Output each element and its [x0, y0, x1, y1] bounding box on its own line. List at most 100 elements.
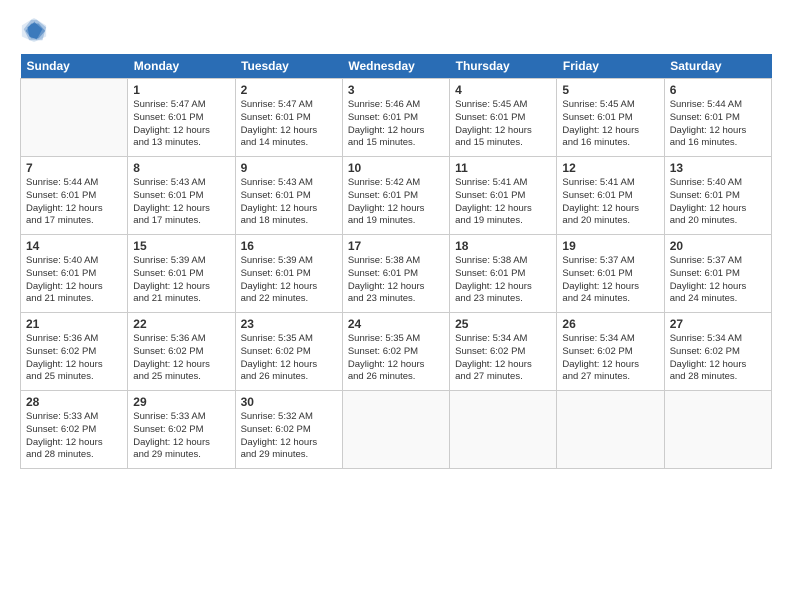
calendar-cell: 22 Sunrise: 5:36 AM Sunset: 6:02 PM Dayli… — [128, 313, 235, 391]
calendar-cell: 6 Sunrise: 5:44 AM Sunset: 6:01 PM Daylig… — [664, 79, 771, 157]
day-number: 22 — [133, 317, 229, 331]
day-info: Sunrise: 5:40 AM Sunset: 6:01 PM Dayligh… — [670, 177, 766, 228]
day-number: 16 — [241, 239, 337, 253]
day-number: 30 — [241, 395, 337, 409]
calendar-cell: 1 Sunrise: 5:47 AM Sunset: 6:01 PM Daylig… — [128, 79, 235, 157]
day-info: Sunrise: 5:46 AM Sunset: 6:01 PM Dayligh… — [348, 99, 444, 150]
day-info: Sunrise: 5:39 AM Sunset: 6:01 PM Dayligh… — [133, 255, 229, 306]
calendar-week-row: 28 Sunrise: 5:33 AM Sunset: 6:02 PM Dayli… — [21, 391, 772, 469]
calendar-cell — [342, 391, 449, 469]
calendar-table: SundayMondayTuesdayWednesdayThursdayFrid… — [20, 54, 772, 469]
day-info: Sunrise: 5:36 AM Sunset: 6:02 PM Dayligh… — [26, 333, 122, 384]
day-info: Sunrise: 5:37 AM Sunset: 6:01 PM Dayligh… — [670, 255, 766, 306]
day-number: 19 — [562, 239, 658, 253]
day-number: 3 — [348, 83, 444, 97]
day-number: 12 — [562, 161, 658, 175]
day-info: Sunrise: 5:32 AM Sunset: 6:02 PM Dayligh… — [241, 411, 337, 462]
day-number: 23 — [241, 317, 337, 331]
day-info: Sunrise: 5:43 AM Sunset: 6:01 PM Dayligh… — [133, 177, 229, 228]
calendar-cell: 30 Sunrise: 5:32 AM Sunset: 6:02 PM Dayli… — [235, 391, 342, 469]
day-info: Sunrise: 5:35 AM Sunset: 6:02 PM Dayligh… — [348, 333, 444, 384]
day-info: Sunrise: 5:45 AM Sunset: 6:01 PM Dayligh… — [562, 99, 658, 150]
calendar-cell: 7Sunrise: 5:44 AM Sunset: 6:01 PM Daylig… — [21, 157, 128, 235]
weekday-header-friday: Friday — [557, 54, 664, 79]
calendar-cell: 2 Sunrise: 5:47 AM Sunset: 6:01 PM Daylig… — [235, 79, 342, 157]
logo-icon — [20, 16, 48, 44]
calendar-cell: 10 Sunrise: 5:42 AM Sunset: 6:01 PM Dayli… — [342, 157, 449, 235]
day-info: Sunrise: 5:37 AM Sunset: 6:01 PM Dayligh… — [562, 255, 658, 306]
day-info: Sunrise: 5:38 AM Sunset: 6:01 PM Dayligh… — [455, 255, 551, 306]
weekday-header-row: SundayMondayTuesdayWednesdayThursdayFrid… — [21, 54, 772, 79]
day-number: 4 — [455, 83, 551, 97]
calendar-cell: 21 Sunrise: 5:36 AM Sunset: 6:02 PM Dayli… — [21, 313, 128, 391]
day-info: Sunrise: 5:33 AM Sunset: 6:02 PM Dayligh… — [133, 411, 229, 462]
day-number: 8 — [133, 161, 229, 175]
day-number: 14 — [26, 239, 122, 253]
day-number: 1 — [133, 83, 229, 97]
calendar-cell — [450, 391, 557, 469]
day-number: 26 — [562, 317, 658, 331]
day-info: Sunrise: 5:47 AM Sunset: 6:01 PM Dayligh… — [133, 99, 229, 150]
day-info: Sunrise: 5:34 AM Sunset: 6:02 PM Dayligh… — [562, 333, 658, 384]
day-info: Sunrise: 5:38 AM Sunset: 6:01 PM Dayligh… — [348, 255, 444, 306]
calendar-cell — [557, 391, 664, 469]
calendar-cell: 14Sunrise: 5:40 AM Sunset: 6:01 PM Dayli… — [21, 235, 128, 313]
calendar-cell: 8 Sunrise: 5:43 AM Sunset: 6:01 PM Daylig… — [128, 157, 235, 235]
calendar-cell: 9 Sunrise: 5:43 AM Sunset: 6:01 PM Daylig… — [235, 157, 342, 235]
day-number: 29 — [133, 395, 229, 409]
calendar-cell: 27 Sunrise: 5:34 AM Sunset: 6:02 PM Dayli… — [664, 313, 771, 391]
weekday-header-tuesday: Tuesday — [235, 54, 342, 79]
calendar-week-row: 21 Sunrise: 5:36 AM Sunset: 6:02 PM Dayli… — [21, 313, 772, 391]
calendar-cell: 24 Sunrise: 5:35 AM Sunset: 6:02 PM Dayli… — [342, 313, 449, 391]
day-info: Sunrise: 5:43 AM Sunset: 6:01 PM Dayligh… — [241, 177, 337, 228]
weekday-header-wednesday: Wednesday — [342, 54, 449, 79]
day-info: Sunrise: 5:41 AM Sunset: 6:01 PM Dayligh… — [562, 177, 658, 228]
calendar-week-row: 1 Sunrise: 5:47 AM Sunset: 6:01 PM Daylig… — [21, 79, 772, 157]
day-number: 27 — [670, 317, 766, 331]
calendar-cell: 12 Sunrise: 5:41 AM Sunset: 6:01 PM Dayli… — [557, 157, 664, 235]
calendar-week-row: 14Sunrise: 5:40 AM Sunset: 6:01 PM Dayli… — [21, 235, 772, 313]
weekday-header-sunday: Sunday — [21, 54, 128, 79]
day-number: 13 — [670, 161, 766, 175]
logo — [20, 16, 52, 44]
calendar-cell — [21, 79, 128, 157]
day-info: Sunrise: 5:36 AM Sunset: 6:02 PM Dayligh… — [133, 333, 229, 384]
calendar-cell: 13 Sunrise: 5:40 AM Sunset: 6:01 PM Dayli… — [664, 157, 771, 235]
calendar-cell: 26 Sunrise: 5:34 AM Sunset: 6:02 PM Dayli… — [557, 313, 664, 391]
day-info: Sunrise: 5:41 AM Sunset: 6:01 PM Dayligh… — [455, 177, 551, 228]
weekday-header-saturday: Saturday — [664, 54, 771, 79]
day-number: 15 — [133, 239, 229, 253]
day-info: Sunrise: 5:45 AM Sunset: 6:01 PM Dayligh… — [455, 99, 551, 150]
calendar-cell: 18 Sunrise: 5:38 AM Sunset: 6:01 PM Dayli… — [450, 235, 557, 313]
calendar-cell: 29 Sunrise: 5:33 AM Sunset: 6:02 PM Dayli… — [128, 391, 235, 469]
day-info: Sunrise: 5:47 AM Sunset: 6:01 PM Dayligh… — [241, 99, 337, 150]
day-info: Sunrise: 5:33 AM Sunset: 6:02 PM Dayligh… — [26, 411, 122, 462]
day-info: Sunrise: 5:34 AM Sunset: 6:02 PM Dayligh… — [670, 333, 766, 384]
calendar-week-row: 7Sunrise: 5:44 AM Sunset: 6:01 PM Daylig… — [21, 157, 772, 235]
day-number: 21 — [26, 317, 122, 331]
calendar-cell — [664, 391, 771, 469]
calendar-cell: 11 Sunrise: 5:41 AM Sunset: 6:01 PM Dayli… — [450, 157, 557, 235]
day-number: 7 — [26, 161, 122, 175]
day-number: 28 — [26, 395, 122, 409]
day-number: 6 — [670, 83, 766, 97]
day-number: 11 — [455, 161, 551, 175]
calendar-cell: 4 Sunrise: 5:45 AM Sunset: 6:01 PM Daylig… — [450, 79, 557, 157]
calendar-cell: 15 Sunrise: 5:39 AM Sunset: 6:01 PM Dayli… — [128, 235, 235, 313]
calendar-cell: 19 Sunrise: 5:37 AM Sunset: 6:01 PM Dayli… — [557, 235, 664, 313]
day-number: 18 — [455, 239, 551, 253]
day-info: Sunrise: 5:34 AM Sunset: 6:02 PM Dayligh… — [455, 333, 551, 384]
day-number: 2 — [241, 83, 337, 97]
day-number: 24 — [348, 317, 444, 331]
calendar-cell: 25Sunrise: 5:34 AM Sunset: 6:02 PM Dayli… — [450, 313, 557, 391]
day-info: Sunrise: 5:42 AM Sunset: 6:01 PM Dayligh… — [348, 177, 444, 228]
calendar-cell: 28 Sunrise: 5:33 AM Sunset: 6:02 PM Dayli… — [21, 391, 128, 469]
day-number: 17 — [348, 239, 444, 253]
day-number: 9 — [241, 161, 337, 175]
calendar-cell: 3 Sunrise: 5:46 AM Sunset: 6:01 PM Daylig… — [342, 79, 449, 157]
day-number: 10 — [348, 161, 444, 175]
day-info: Sunrise: 5:35 AM Sunset: 6:02 PM Dayligh… — [241, 333, 337, 384]
day-info: Sunrise: 5:39 AM Sunset: 6:01 PM Dayligh… — [241, 255, 337, 306]
page-header — [20, 16, 772, 44]
day-info: Sunrise: 5:44 AM Sunset: 6:01 PM Dayligh… — [670, 99, 766, 150]
